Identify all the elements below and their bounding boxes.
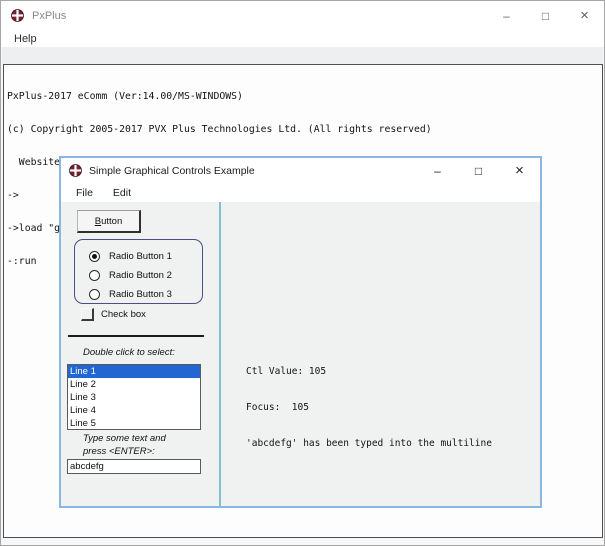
list-item-selected[interactable]: Line 1 <box>68 365 200 378</box>
radio-option-2[interactable]: Radio Button 2 <box>75 266 202 285</box>
main-window-controls: – □ × <box>487 1 604 30</box>
radio-label-3: Radio Button 3 <box>109 289 172 300</box>
horizontal-separator <box>68 335 204 337</box>
output-focus: Focus: 105 <box>246 402 492 414</box>
radio-label-2: Radio Button 2 <box>109 270 172 281</box>
terminal-line-version: PxPlus-2017 eComm (Ver:14.00/MS-WINDOWS) <box>7 91 602 102</box>
main-menubar: Help <box>1 30 604 47</box>
button-label: utton <box>101 216 122 227</box>
checkbox-row[interactable]: Check box <box>81 308 146 321</box>
listbox-caption: Double click to select: <box>83 347 175 358</box>
dialog-content: Button Radio Button 1 Radio Button 2 Rad… <box>61 202 540 506</box>
multiline-caption-line2: press <ENTER>: <box>83 446 155 457</box>
list-item[interactable]: Line 2 <box>68 378 200 391</box>
radio-unselected-icon[interactable] <box>89 270 100 281</box>
main-maximize-button[interactable]: □ <box>526 1 565 30</box>
radio-option-3[interactable]: Radio Button 3 <box>75 285 202 304</box>
checkbox-label: Check box <box>101 309 146 320</box>
multiline-caption-line1: Type some text and <box>83 433 166 444</box>
list-item[interactable]: Line 3 <box>68 391 200 404</box>
panel-divider <box>219 202 221 506</box>
main-minimize-button[interactable]: – <box>487 1 526 30</box>
sample-button[interactable]: Button <box>77 210 141 233</box>
dialog-menubar: File Edit <box>61 183 540 202</box>
dialog-titlebar: Simple Graphical Controls Example – □ × <box>61 158 540 183</box>
main-titlebar: PxPlus – □ × <box>1 1 604 30</box>
dialog-close-button[interactable]: × <box>499 158 540 183</box>
dialog-window-controls: – □ × <box>417 158 540 183</box>
radio-button-group: Radio Button 1 Radio Button 2 Radio Butt… <box>74 239 203 304</box>
list-item[interactable]: Line 5 <box>68 417 200 430</box>
main-window-title: PxPlus <box>32 10 66 22</box>
dialog-title: Simple Graphical Controls Example <box>89 165 255 177</box>
terminal-line-copyright: (c) Copyright 2005-2017 PVX Plus Technol… <box>7 124 602 135</box>
radio-option-1[interactable]: Radio Button 1 <box>75 247 202 266</box>
menu-file[interactable]: File <box>73 187 96 199</box>
pxplus-main-window: PxPlus – □ × Help PxPlus-2017 eComm (Ver… <box>0 0 605 546</box>
menu-edit[interactable]: Edit <box>110 187 134 199</box>
main-close-button[interactable]: × <box>565 1 604 30</box>
menu-help[interactable]: Help <box>11 33 40 45</box>
dialog-minimize-button[interactable]: – <box>417 158 458 183</box>
controls-example-dialog: Simple Graphical Controls Example – □ × … <box>59 156 542 508</box>
checkbox-unchecked-icon[interactable] <box>81 308 94 321</box>
listbox[interactable]: Line 1 Line 2 Line 3 Line 4 Line 5 <box>67 364 201 430</box>
main-toolbar-gap <box>2 47 603 64</box>
output-panel: Ctl Value: 105 Focus: 105 'abcdefg' has … <box>246 342 492 474</box>
pxplus-logo-icon <box>11 9 24 22</box>
radio-selected-icon[interactable] <box>89 251 100 262</box>
pxplus-logo-icon <box>69 164 82 177</box>
list-item[interactable]: Line 4 <box>68 404 200 417</box>
output-ctl-value: Ctl Value: 105 <box>246 366 492 378</box>
dialog-maximize-button[interactable]: □ <box>458 158 499 183</box>
output-typed-message: 'abcdefg' has been typed into the multil… <box>246 438 492 450</box>
radio-label-1: Radio Button 1 <box>109 251 172 262</box>
radio-unselected-icon[interactable] <box>89 289 100 300</box>
multiline-input[interactable] <box>67 459 201 474</box>
